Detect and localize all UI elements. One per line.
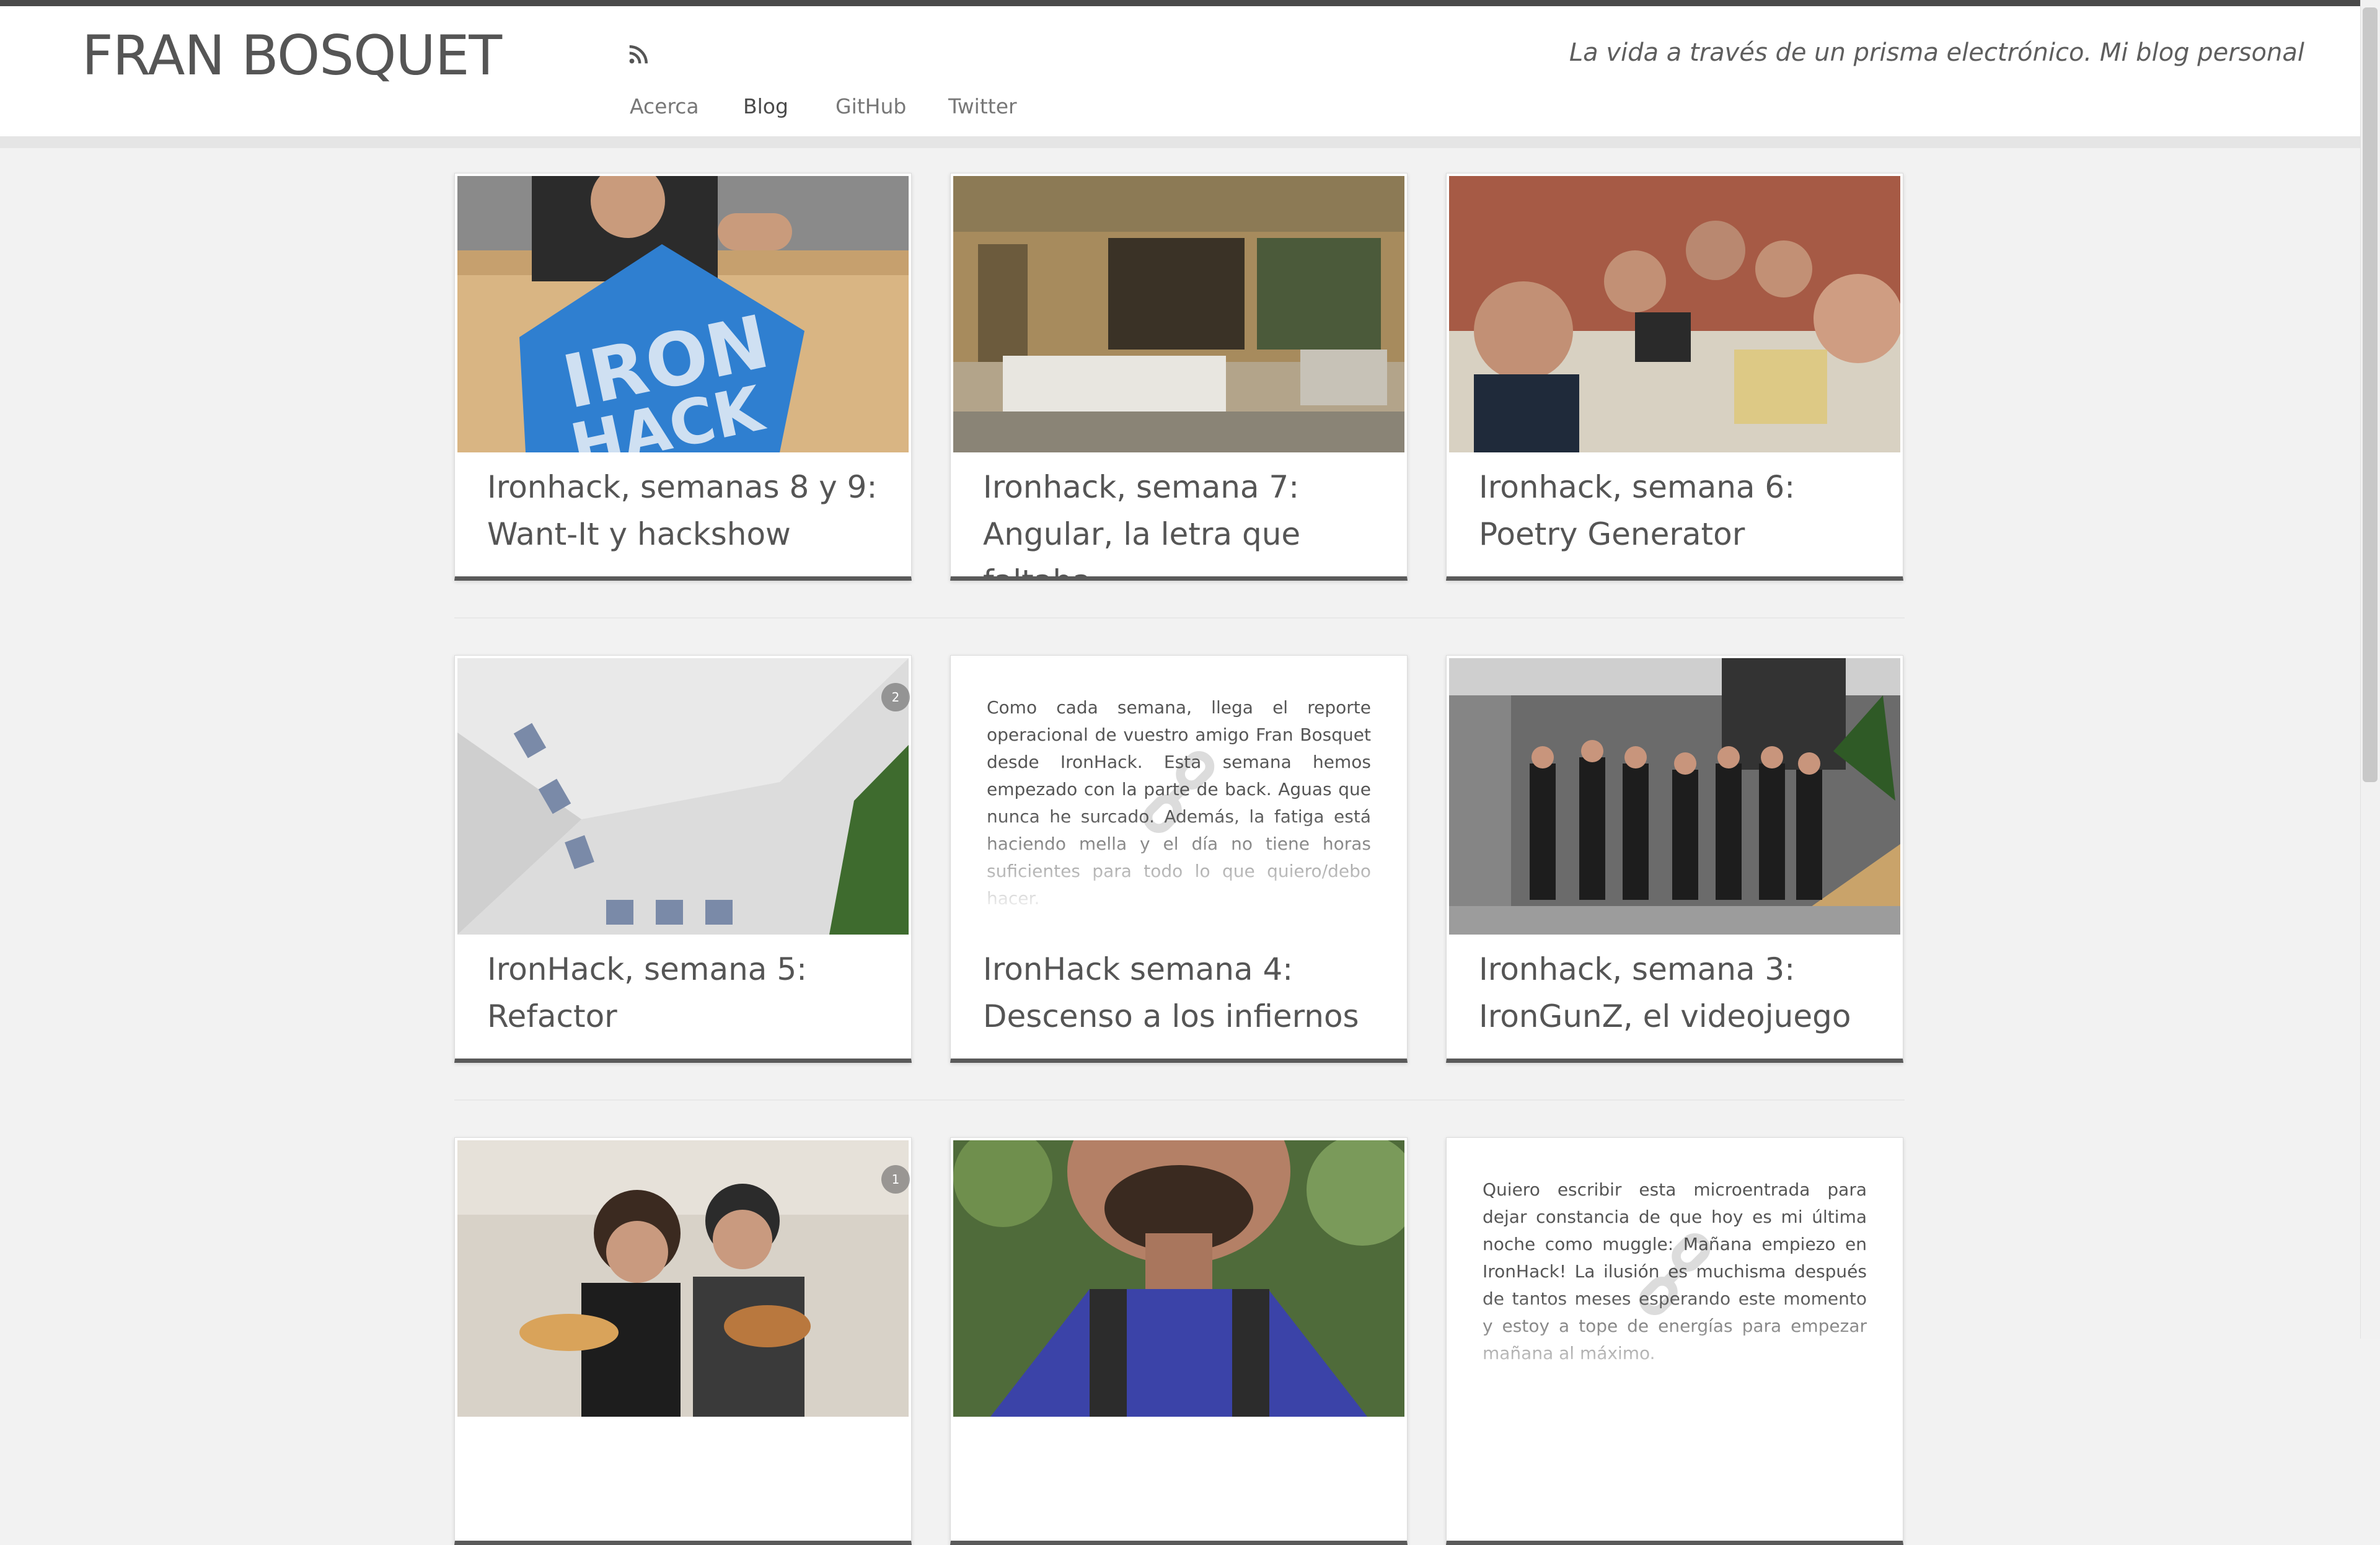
nav-item-twitter[interactable]: Twitter bbox=[948, 94, 1017, 118]
nav-item-github[interactable]: GitHub bbox=[835, 94, 906, 118]
nav-item-acerca[interactable]: Acerca bbox=[630, 94, 699, 118]
site-title[interactable]: FRAN BOSQUET bbox=[82, 24, 502, 87]
post-card[interactable]: 1 bbox=[454, 1137, 912, 1545]
scrollbar-thumb[interactable] bbox=[2363, 7, 2378, 782]
post-card[interactable]: 2 IronHack, semana 5: Refactor bbox=[454, 655, 912, 1063]
post-card[interactable]: Ironhack, semana 6: Poetry Generator bbox=[1446, 173, 1903, 581]
row-divider bbox=[454, 1099, 1905, 1101]
post-thumbnail[interactable] bbox=[953, 1140, 1404, 1417]
link-icon bbox=[1143, 751, 1215, 833]
post-thumbnail[interactable] bbox=[953, 176, 1404, 452]
post-thumbnail[interactable] bbox=[1449, 658, 1900, 935]
post-title[interactable]: Ironhack, semana 7: Angular, la letra qu… bbox=[983, 464, 1380, 576]
header-shadow bbox=[0, 137, 2360, 148]
post-title[interactable]: Ironhack, semana 3: IronGunZ, el videoju… bbox=[1479, 946, 1875, 1040]
link-icon bbox=[1639, 1233, 1711, 1315]
post-card[interactable]: Ironhack, semana 7: Angular, la letra qu… bbox=[950, 173, 1408, 581]
comment-count-badge[interactable]: 1 bbox=[881, 1165, 910, 1194]
post-title[interactable]: IronHack semana 4: Descenso a los infier… bbox=[983, 946, 1380, 1040]
site-tagline: La vida a través de un prisma electrónic… bbox=[1569, 38, 2304, 67]
post-thumbnail[interactable] bbox=[457, 658, 909, 935]
post-card[interactable]: Ironhack, semana 3: IronGunZ, el videoju… bbox=[1446, 655, 1903, 1063]
nav-item-blog[interactable]: Blog bbox=[743, 94, 788, 118]
row-divider bbox=[454, 617, 1905, 618]
rss-icon[interactable] bbox=[627, 43, 650, 66]
post-card[interactable]: Quiero escribir esta microentrada para d… bbox=[1446, 1137, 1903, 1545]
post-card[interactable]: IRON HACK Ironhack, semanas 8 y 9: Want-… bbox=[454, 173, 912, 581]
site-header: FRAN BOSQUET La vida a través de un pris… bbox=[0, 6, 2360, 137]
post-title[interactable]: Ironhack, semana 6: Poetry Generator bbox=[1479, 464, 1875, 558]
post-thumbnail[interactable] bbox=[1449, 176, 1900, 452]
post-title[interactable]: Ironhack, semanas 8 y 9: Want-It y hacks… bbox=[487, 464, 884, 558]
post-card[interactable] bbox=[950, 1137, 1408, 1545]
post-thumbnail[interactable] bbox=[457, 1140, 909, 1417]
comment-count-badge[interactable]: 2 bbox=[881, 683, 910, 711]
post-card[interactable]: Como cada semana, llega el reporte opera… bbox=[950, 655, 1408, 1063]
post-title[interactable]: IronHack, semana 5: Refactor bbox=[487, 946, 884, 1040]
top-accent-bar bbox=[0, 0, 2380, 6]
post-thumbnail[interactable]: IRON HACK bbox=[457, 176, 909, 452]
